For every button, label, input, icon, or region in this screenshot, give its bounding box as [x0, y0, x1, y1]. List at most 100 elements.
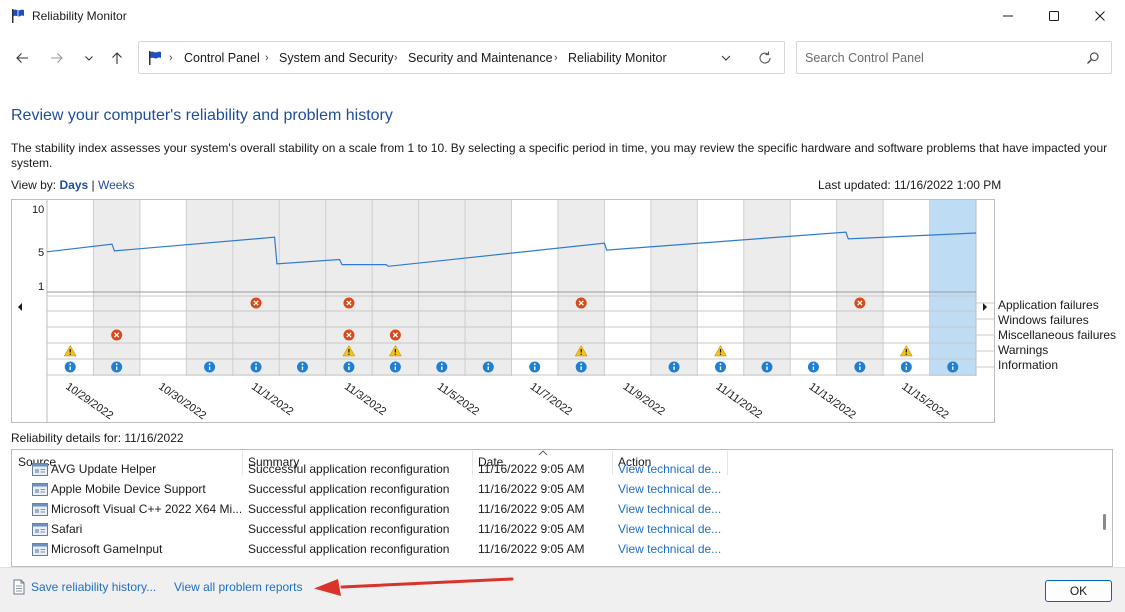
day-column — [743, 200, 791, 376]
information-icon-dot — [208, 363, 211, 366]
date-label: 11/13/2022 — [806, 381, 857, 422]
cell-date: 11/16/2022 9:05 AM — [478, 462, 585, 476]
y-tick-label: 1 — [38, 281, 44, 293]
window-title: Reliability Monitor — [32, 9, 127, 23]
day-column — [279, 200, 326, 376]
breadcrumb-security-and-maintenance[interactable]: Security and Maintenance — [408, 51, 553, 65]
date-label: 11/1/2022 — [249, 381, 295, 418]
day-column — [790, 200, 837, 376]
y-tick-label: 5 — [38, 247, 44, 259]
cell-source: Safari — [51, 522, 83, 536]
day-column — [836, 200, 884, 376]
application-icon — [32, 503, 48, 516]
refresh-icon[interactable] — [757, 50, 773, 66]
information-icon-dot — [255, 363, 257, 366]
date-label: 11/11/2022 — [714, 381, 765, 421]
view-technical-details-link[interactable]: View technical de... — [618, 462, 724, 476]
page-description: The stability index assesses your system… — [11, 141, 1108, 170]
table-row[interactable]: Safari Successful application reconfigura… — [12, 520, 1097, 540]
minimize-button[interactable] — [985, 0, 1031, 32]
information-icon-dot — [580, 363, 583, 366]
information-icon-dot — [951, 363, 954, 366]
last-updated: Last updated: 11/16/2022 1:00 PM — [818, 178, 1002, 192]
cell-source: Microsoft GameInput — [51, 542, 163, 556]
sort-ascending-icon — [538, 450, 548, 456]
address-history-chevron-down-icon[interactable] — [719, 52, 733, 64]
view-technical-details-link[interactable]: View technical de... — [618, 502, 724, 516]
address-bar[interactable]: › Control Panel › System and Security › … — [138, 41, 785, 74]
vertical-scrollbar[interactable] — [1098, 450, 1112, 566]
cell-date: 11/16/2022 9:05 AM — [478, 482, 585, 496]
search-box — [796, 41, 1112, 74]
cell-date: 11/16/2022 9:05 AM — [478, 542, 585, 556]
table-row[interactable]: Microsoft Visual C++ 2022 X64 Mi... Succe… — [12, 500, 1097, 520]
legend-windows-failures: Windows failures — [998, 313, 1089, 327]
stability-chart[interactable]: 10 5 1 10/29/2022 10/30/2022 11/1/2022 11/3/20… — [11, 199, 995, 423]
forward-button[interactable] — [47, 49, 67, 67]
cell-summary: Successful application reconfiguration — [248, 462, 450, 476]
ok-button[interactable]: OK — [1045, 580, 1112, 602]
cell-summary: Successful application reconfiguration — [248, 522, 450, 536]
maximize-button[interactable] — [1031, 0, 1077, 32]
chart-right-gutter — [976, 200, 994, 422]
cell-date: 11/16/2022 9:05 AM — [478, 522, 585, 536]
cell-summary: Successful application reconfiguration — [248, 502, 450, 516]
date-label: 10/29/2022 — [63, 381, 115, 422]
annotation-arrow-icon — [314, 577, 514, 596]
breadcrumb-separator-icon: › — [265, 52, 269, 64]
legend-miscellaneous-failures: Miscellaneous failures — [998, 328, 1117, 342]
information-icon-dot — [394, 363, 397, 366]
stability-chart-canvas: 10 5 1 10/29/2022 10/30/2022 11/1/2022 11/3/20… — [12, 200, 994, 422]
navigation-bar: › Control Panel › System and Security › … — [0, 32, 1125, 84]
day-column — [604, 200, 651, 376]
breadcrumb-reliability-monitor[interactable]: Reliability Monitor — [568, 51, 667, 65]
date-label: 11/5/2022 — [435, 381, 481, 418]
view-technical-details-link[interactable]: View technical de... — [618, 482, 724, 496]
flag-icon — [149, 51, 161, 65]
table-row[interactable]: AVG Update Helper Successful application … — [12, 460, 1097, 480]
cell-source: Apple Mobile Device Support — [51, 482, 206, 496]
legend-information: Information — [998, 358, 1059, 372]
search-input[interactable] — [805, 49, 1075, 67]
information-icon-dot — [673, 363, 675, 366]
arrow-left-icon — [16, 53, 28, 63]
legend-application-failures: Application failures — [998, 298, 1099, 312]
search-icon[interactable] — [1086, 51, 1100, 65]
information-icon-dot — [812, 363, 815, 366]
table-row[interactable]: Microsoft GameInput Successful applicatio… — [12, 540, 1097, 560]
view-technical-details-link[interactable]: View technical de... — [618, 542, 724, 556]
recent-locations-button[interactable] — [79, 49, 99, 67]
y-tick-label: 10 — [32, 204, 44, 216]
view-all-problem-reports-link[interactable]: View all problem reports — [174, 580, 303, 594]
date-label: 11/15/2022 — [899, 381, 950, 422]
back-button[interactable] — [12, 49, 32, 67]
up-button[interactable] — [107, 49, 127, 67]
breadcrumb-separator-icon: › — [394, 52, 398, 64]
save-reliability-history-link[interactable]: Save reliability history... — [31, 580, 156, 594]
information-icon-dot — [69, 363, 72, 366]
view-by-label: View by: — [11, 178, 57, 192]
close-icon — [1095, 11, 1105, 21]
information-icon-dot — [905, 363, 908, 366]
day-column — [93, 200, 140, 376]
information-icon-dot — [348, 363, 350, 366]
day-column — [186, 200, 233, 376]
close-button[interactable] — [1077, 0, 1123, 32]
warning-icon-dot — [348, 353, 350, 355]
arrow-up-icon — [112, 52, 122, 64]
application-icon — [32, 483, 48, 496]
information-icon-dot — [487, 363, 490, 366]
table-row[interactable]: Apple Mobile Device Support Successful ap… — [12, 480, 1097, 500]
information-icon-dot — [766, 363, 768, 366]
breadcrumb-system-and-security[interactable]: System and Security — [279, 51, 394, 65]
view-by-days-link[interactable]: Days — [59, 178, 88, 192]
cell-summary: Successful application reconfiguration — [248, 542, 450, 556]
scrollbar-thumb[interactable] — [1103, 514, 1106, 530]
breadcrumb-control-panel[interactable]: Control Panel — [184, 51, 260, 65]
minimize-icon — [1003, 15, 1013, 17]
arrow-right-icon — [51, 53, 63, 63]
chevron-down-icon — [85, 56, 93, 61]
view-technical-details-link[interactable]: View technical de... — [618, 522, 724, 536]
view-by-weeks-link[interactable]: Weeks — [98, 178, 134, 192]
day-column — [650, 200, 698, 376]
